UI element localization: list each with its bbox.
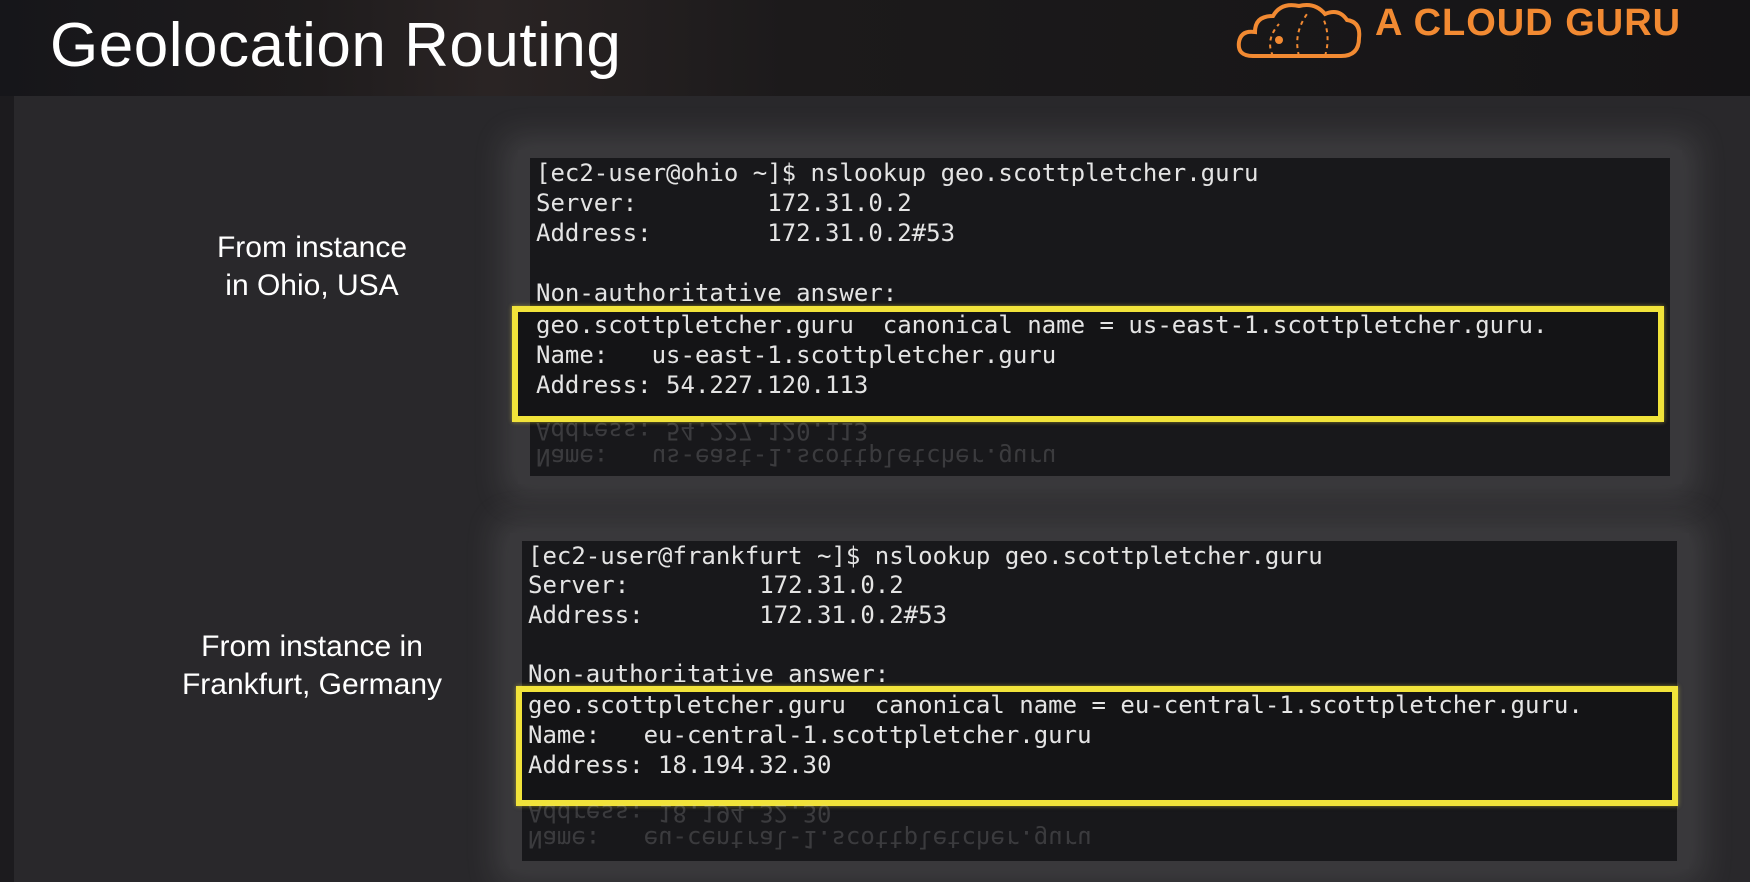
address-line: Address: 172.31.0.2#53 — [536, 219, 956, 247]
slide-header: Geolocation Routing A CLOUD GURU — [0, 0, 1750, 96]
caption-line: Frankfurt, Germany — [181, 668, 443, 701]
reflection-line: Name: eu-central-1.scottpletcher.guru — [528, 825, 1092, 853]
logo-text: A CLOUD GURU — [1375, 2, 1682, 44]
answer-address-line: Address: 18.194.32.30 — [528, 751, 832, 779]
caption-line: in Ohio, USA — [225, 269, 399, 302]
terminal-ohio: [ec2-user@ohio ~]$ nslookup geo.scottple… — [512, 150, 1682, 484]
caption-frankfurt: From instance in Frankfurt, Germany — [152, 628, 472, 704]
answer-name-line: Name: us-east-1.scottpletcher.guru — [536, 341, 1057, 369]
prompt-line: [ec2-user@ohio ~]$ nslookup geo.scottple… — [536, 159, 1259, 187]
answer-address-line: Address: 54.227.120.113 — [536, 371, 869, 399]
caption-line: From instance — [216, 231, 408, 264]
answer-header: Non-authoritative answer: — [536, 279, 898, 307]
answer-name-line: Name: eu-central-1.scottpletcher.guru — [528, 721, 1092, 749]
answer-cname-line: geo.scottpletcher.guru canonical name = … — [528, 691, 1583, 719]
caption-line: From instance in — [201, 630, 423, 663]
brand-logo: A CLOUD GURU — [1235, 0, 1695, 62]
terminal-frankfurt: [ec2-user@frankfurt ~]$ nslookup geo.sco… — [510, 533, 1689, 869]
answer-header: Non-authoritative answer: — [528, 660, 890, 688]
prompt-line: [ec2-user@frankfurt ~]$ nslookup geo.sco… — [528, 542, 1323, 570]
answer-cname-line: geo.scottpletcher.guru canonical name = … — [536, 311, 1548, 339]
cloud-icon — [1236, 3, 1362, 58]
reflection-line: Name: us-east-1.scottpletcher.guru — [536, 443, 1057, 471]
slide-title: Geolocation Routing — [50, 11, 622, 80]
address-line: Address: 172.31.0.2#53 — [528, 601, 948, 629]
server-line: Server: 172.31.0.2 — [528, 571, 904, 599]
caption-ohio: From instance in Ohio, USA — [152, 229, 472, 305]
server-line: Server: 172.31.0.2 — [536, 189, 912, 217]
